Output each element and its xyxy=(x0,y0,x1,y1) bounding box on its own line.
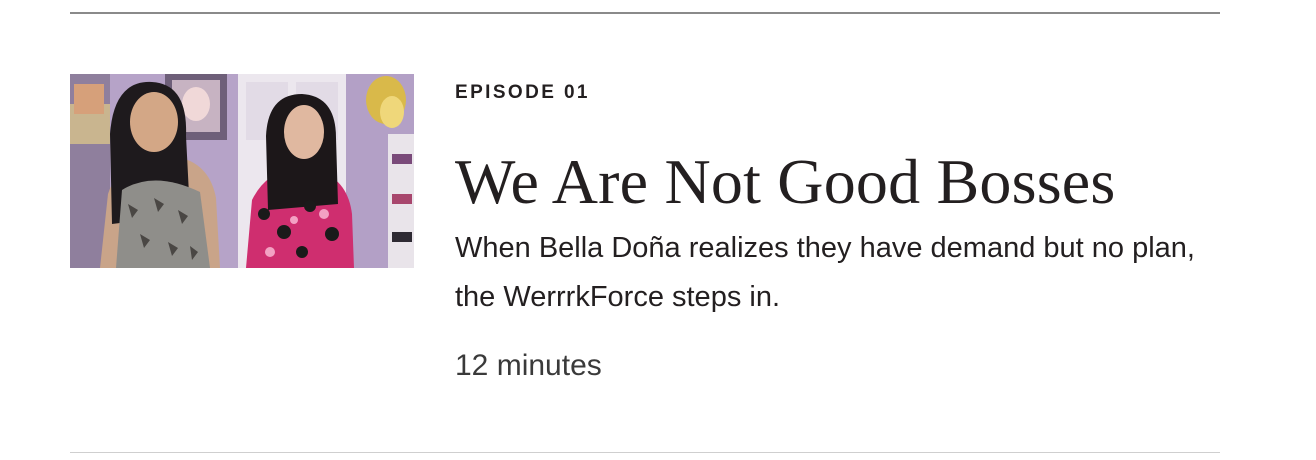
episode-card[interactable]: EPISODE 01 We Are Not Good Bosses When B… xyxy=(70,74,1220,404)
episode-thumbnail[interactable] xyxy=(70,74,414,268)
episode-duration: 12 minutes xyxy=(455,349,602,382)
thumbnail-image xyxy=(70,74,414,268)
bottom-divider xyxy=(70,452,1220,453)
top-divider xyxy=(70,12,1220,14)
episode-description: When Bella Doña realizes they have deman… xyxy=(455,232,1195,313)
episode-title[interactable]: We Are Not Good Bosses xyxy=(455,144,1116,220)
episode-number-label: EPISODE 01 xyxy=(455,82,590,103)
